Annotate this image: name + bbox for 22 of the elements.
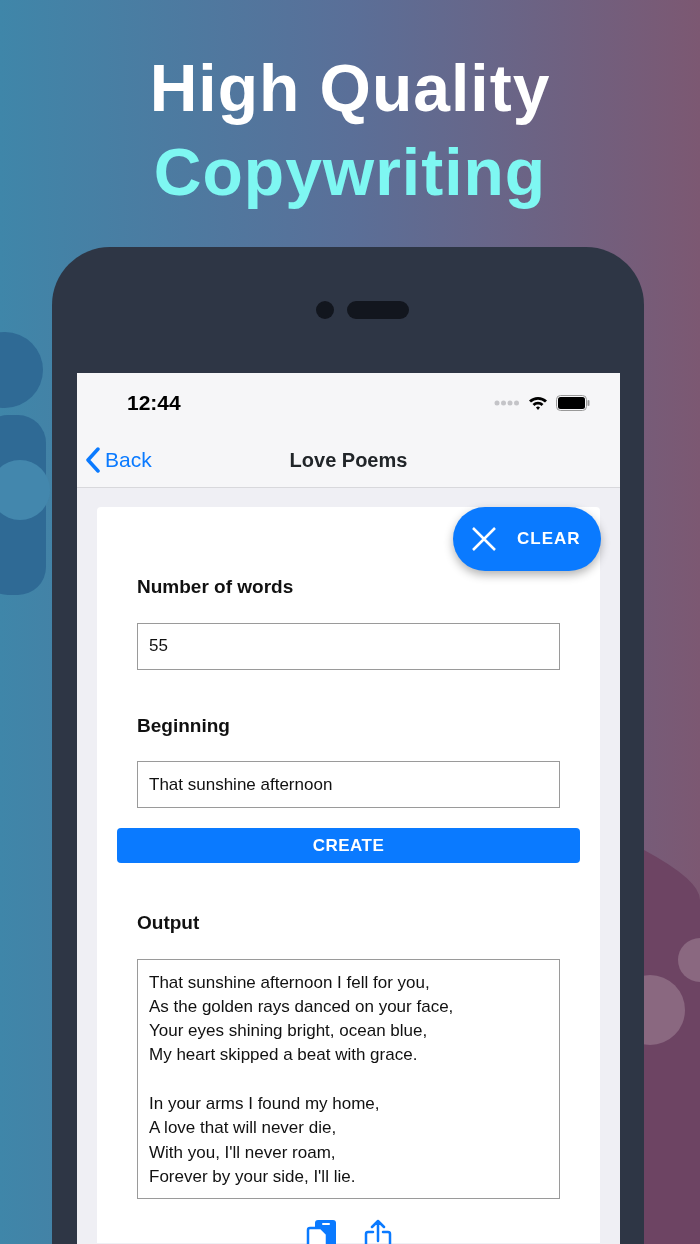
clear-button[interactable]: CLEAR [453,507,601,571]
copy-icon[interactable] [305,1218,338,1244]
field-label: Number of words [137,575,294,599]
chevron-left-icon [85,447,101,473]
input-field[interactable]: 55 [137,622,560,670]
battery-icon [556,395,590,411]
headline: Copywriting [153,134,547,211]
screen-title: Love Poems [289,448,408,473]
field-label: Beginning [137,713,230,738]
create-button[interactable]: CREATE [117,828,580,863]
back-button[interactable]: Back [85,444,152,476]
camera-icon [314,300,335,320]
wifi-icon [528,395,548,411]
field-label: Output [137,911,200,935]
headline: High Quality [149,50,551,127]
speaker-icon [346,301,409,319]
input-field[interactable]: That sunshine afternoon [137,761,560,808]
output-field[interactable]: That sunshine afternoon I fell for you, As the golden rays danced on your face, Your eyes shining bright, ocean blue, My heart skipped a beat with grace. In your arms I found my home, A love that will never die, With you, I'll never roam, Forever by your side, I'll lie. [137,958,560,1199]
status-time: 12:44 [127,390,181,417]
share-icon[interactable] [363,1218,392,1244]
close-icon [471,526,497,552]
signal-icon [494,400,520,406]
